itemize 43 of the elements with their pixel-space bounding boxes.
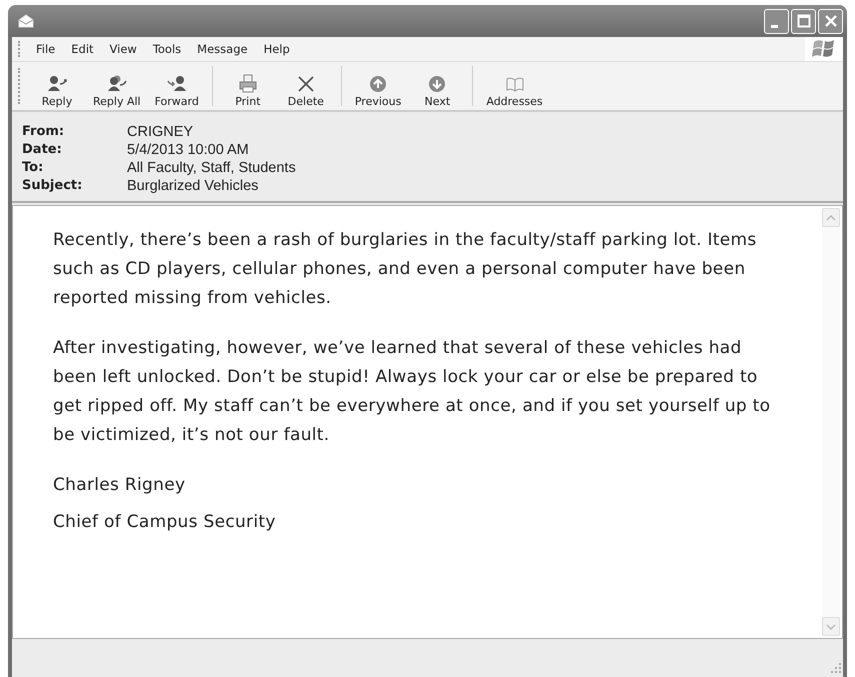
field-label: To: [22, 159, 44, 177]
chevron-up-icon [826, 214, 836, 220]
minimize-button[interactable] [764, 8, 789, 34]
toolbar-button[interactable]: Print [218, 64, 277, 108]
close-button[interactable] [818, 8, 843, 34]
printer-icon [236, 74, 259, 93]
maximize-button[interactable] [791, 8, 816, 34]
toolbar-button[interactable]: Forward [148, 64, 206, 108]
menu-item[interactable]: Tools [144, 42, 190, 56]
menu-item[interactable]: Edit [63, 42, 102, 56]
signature-line: Chief of Campus Security [53, 511, 277, 534]
field-value: CRIGNEY [127, 123, 194, 141]
field-value: Burglarized Vehicles [127, 177, 260, 195]
paragraph: After investigating, however, we’ve learned that several of these vehicles had been left unlocked. Don’t be stupid! Always lock your car or else be prepared to get ripped off. My staff can’t be everywhere at once, and if you set yourself up to be victimized, it’s not our fault. [53, 337, 772, 447]
toolbar-button[interactable]: Delete [276, 64, 335, 108]
menu-item[interactable]: View [102, 42, 145, 56]
field-label: Subject: [22, 177, 84, 195]
person-arrow-icon [46, 74, 68, 93]
chevron-down-icon [826, 624, 836, 630]
envelope-icon [18, 14, 34, 28]
toolbar-button[interactable]: Addresses [479, 64, 550, 108]
toolbar-button[interactable]: Reply All [86, 64, 148, 108]
menu-item[interactable]: Message [189, 42, 256, 56]
toolbar-button[interactable]: Reply [28, 64, 86, 108]
scroll-up-button[interactable] [822, 208, 840, 227]
resize-grip-icon[interactable] [831, 663, 841, 673]
toolbar-button[interactable]: Next [408, 64, 466, 108]
signature-line: Charles Rigney [53, 474, 186, 497]
field-label: Date: [22, 141, 63, 159]
field-label: From: [22, 123, 66, 141]
minimize-icon [771, 24, 778, 28]
field-value: All Faculty, Staff, Students [127, 159, 297, 177]
people-arrow-icon [106, 74, 128, 93]
paragraph: Recently, there’s been a rash of burglaries in the faculty/staff parking lot. Items such as CD players, cellular phones, and even a personal computer have been reported missing from vehicles. [53, 229, 758, 310]
arrow-person-icon [166, 74, 188, 93]
scrollbar[interactable] [822, 208, 840, 636]
maximize-icon [794, 12, 812, 30]
toolbar-button[interactable]: Previous [348, 64, 408, 108]
flag-logo-icon [812, 38, 836, 60]
menu-item[interactable]: File [28, 42, 64, 56]
menu-item[interactable]: Help [256, 42, 298, 56]
field-value: 5/4/2013 10:00 AM [127, 141, 250, 159]
scroll-down-button[interactable] [822, 617, 840, 636]
